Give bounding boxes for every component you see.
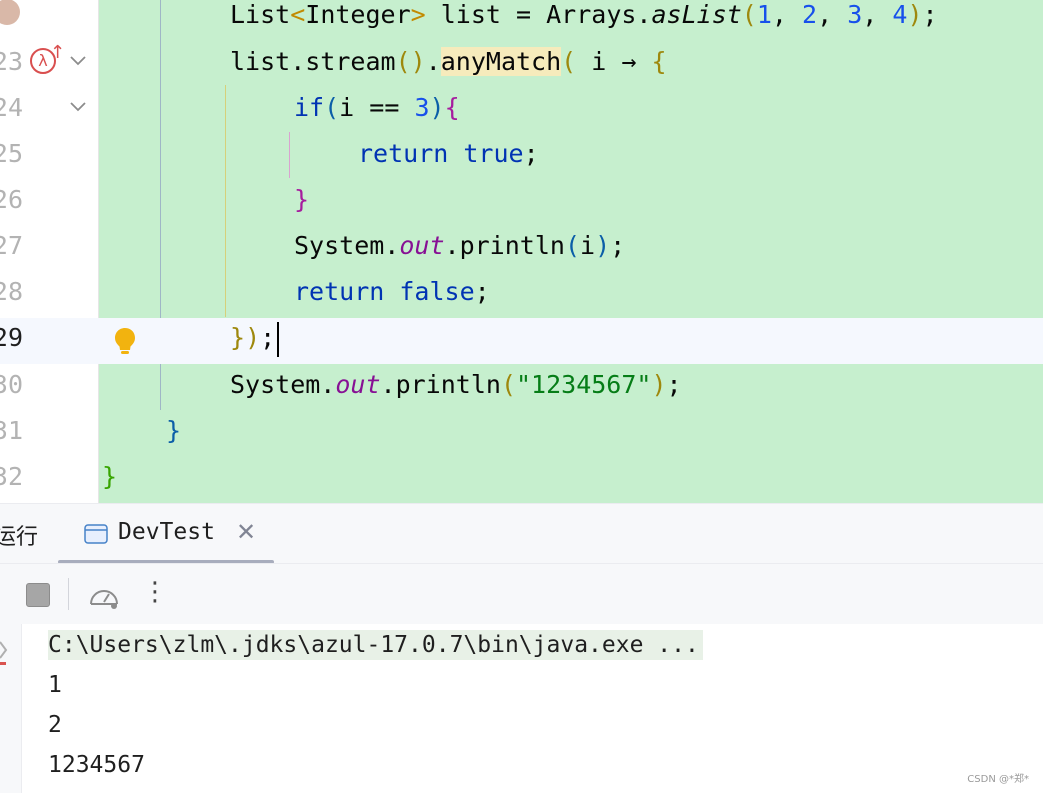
code-line: 30 System.out.println("1234567"); xyxy=(0,369,1043,415)
code-text: return false; xyxy=(294,277,490,306)
text-caret xyxy=(277,322,279,357)
line-number: 24 xyxy=(0,93,23,122)
code-text: System.out.println("1234567"); xyxy=(230,370,682,399)
code-line-current: 29 }); xyxy=(0,318,1043,364)
run-tool-window-header: 运行 DevTest ✕ xyxy=(0,503,1043,564)
lightbulb-icon[interactable] xyxy=(114,327,136,361)
code-line: 25 return true; xyxy=(0,138,1043,184)
line-number: 28 xyxy=(0,277,23,306)
line-number: 23 xyxy=(0,47,23,76)
watermark-text: CSDN @*郑* xyxy=(967,774,1029,785)
code-line: 31 } xyxy=(0,415,1043,461)
run-config-icon xyxy=(84,524,108,548)
code-line: 28 return false; xyxy=(0,276,1043,322)
code-text: if(i == 3){ xyxy=(294,93,460,122)
console-command-line: C:\Users\zlm\.jdks\azul-17.0.7\bin\java.… xyxy=(48,630,703,660)
code-editor[interactable]: List<Integer> list = Arrays.asList(1, 2,… xyxy=(0,0,1043,503)
code-text: System.out.println(i); xyxy=(294,231,626,260)
close-icon[interactable]: ✕ xyxy=(236,520,256,544)
toolbar-separator xyxy=(68,578,69,610)
code-line: 27 System.out.println(i); xyxy=(0,230,1043,276)
code-line: 26 } xyxy=(0,184,1043,230)
code-line: 24 if(i == 3){ xyxy=(0,92,1043,138)
console-output[interactable]: C:\Users\zlm\.jdks\azul-17.0.7\bin\java.… xyxy=(0,624,1043,793)
line-number: 30 xyxy=(0,370,23,399)
run-tool-window-title: 运行 xyxy=(0,525,39,550)
tab-label: DevTest xyxy=(118,519,215,545)
console-output-line: 1234567 xyxy=(48,752,145,778)
line-number: 32 xyxy=(0,462,23,491)
more-options-icon[interactable]: ⋮ xyxy=(142,578,168,610)
scroll-marker-icon xyxy=(0,641,8,665)
fold-chevron-icon[interactable] xyxy=(70,55,86,67)
fold-chevron-icon[interactable] xyxy=(70,101,86,113)
code-text: list.stream().anyMatch( i → { xyxy=(230,47,667,76)
console-side-strip xyxy=(0,624,22,793)
line-number: 31 xyxy=(0,416,23,445)
code-line: 32 } xyxy=(0,461,1043,503)
profiler-gauge-icon[interactable] xyxy=(88,580,120,614)
line-number: 26 xyxy=(0,185,23,214)
tab-devtest[interactable]: DevTest ✕ xyxy=(58,504,274,564)
code-text: } xyxy=(166,416,182,445)
code-text: } xyxy=(102,462,118,491)
line-number: 27 xyxy=(0,231,23,260)
code-text: return true; xyxy=(358,139,539,168)
code-text: } xyxy=(294,185,310,214)
arrow-up-icon: ↑ xyxy=(50,42,66,63)
code-text: }); xyxy=(230,323,276,352)
code-line: 23 λ ↑ list.stream().anyMatch( i → { xyxy=(0,42,1043,92)
line-number: 25 xyxy=(0,139,23,168)
console-output-line: 2 xyxy=(48,712,62,738)
line-number: 29 xyxy=(0,323,23,352)
stop-icon[interactable] xyxy=(26,583,50,607)
console-output-line: 1 xyxy=(48,672,62,698)
code-line: List<Integer> list = Arrays.asList(1, 2,… xyxy=(0,0,1043,46)
run-toolbar: ⋮ xyxy=(0,563,1043,625)
code-text: List<Integer> list = Arrays.asList(1, 2,… xyxy=(230,0,938,29)
